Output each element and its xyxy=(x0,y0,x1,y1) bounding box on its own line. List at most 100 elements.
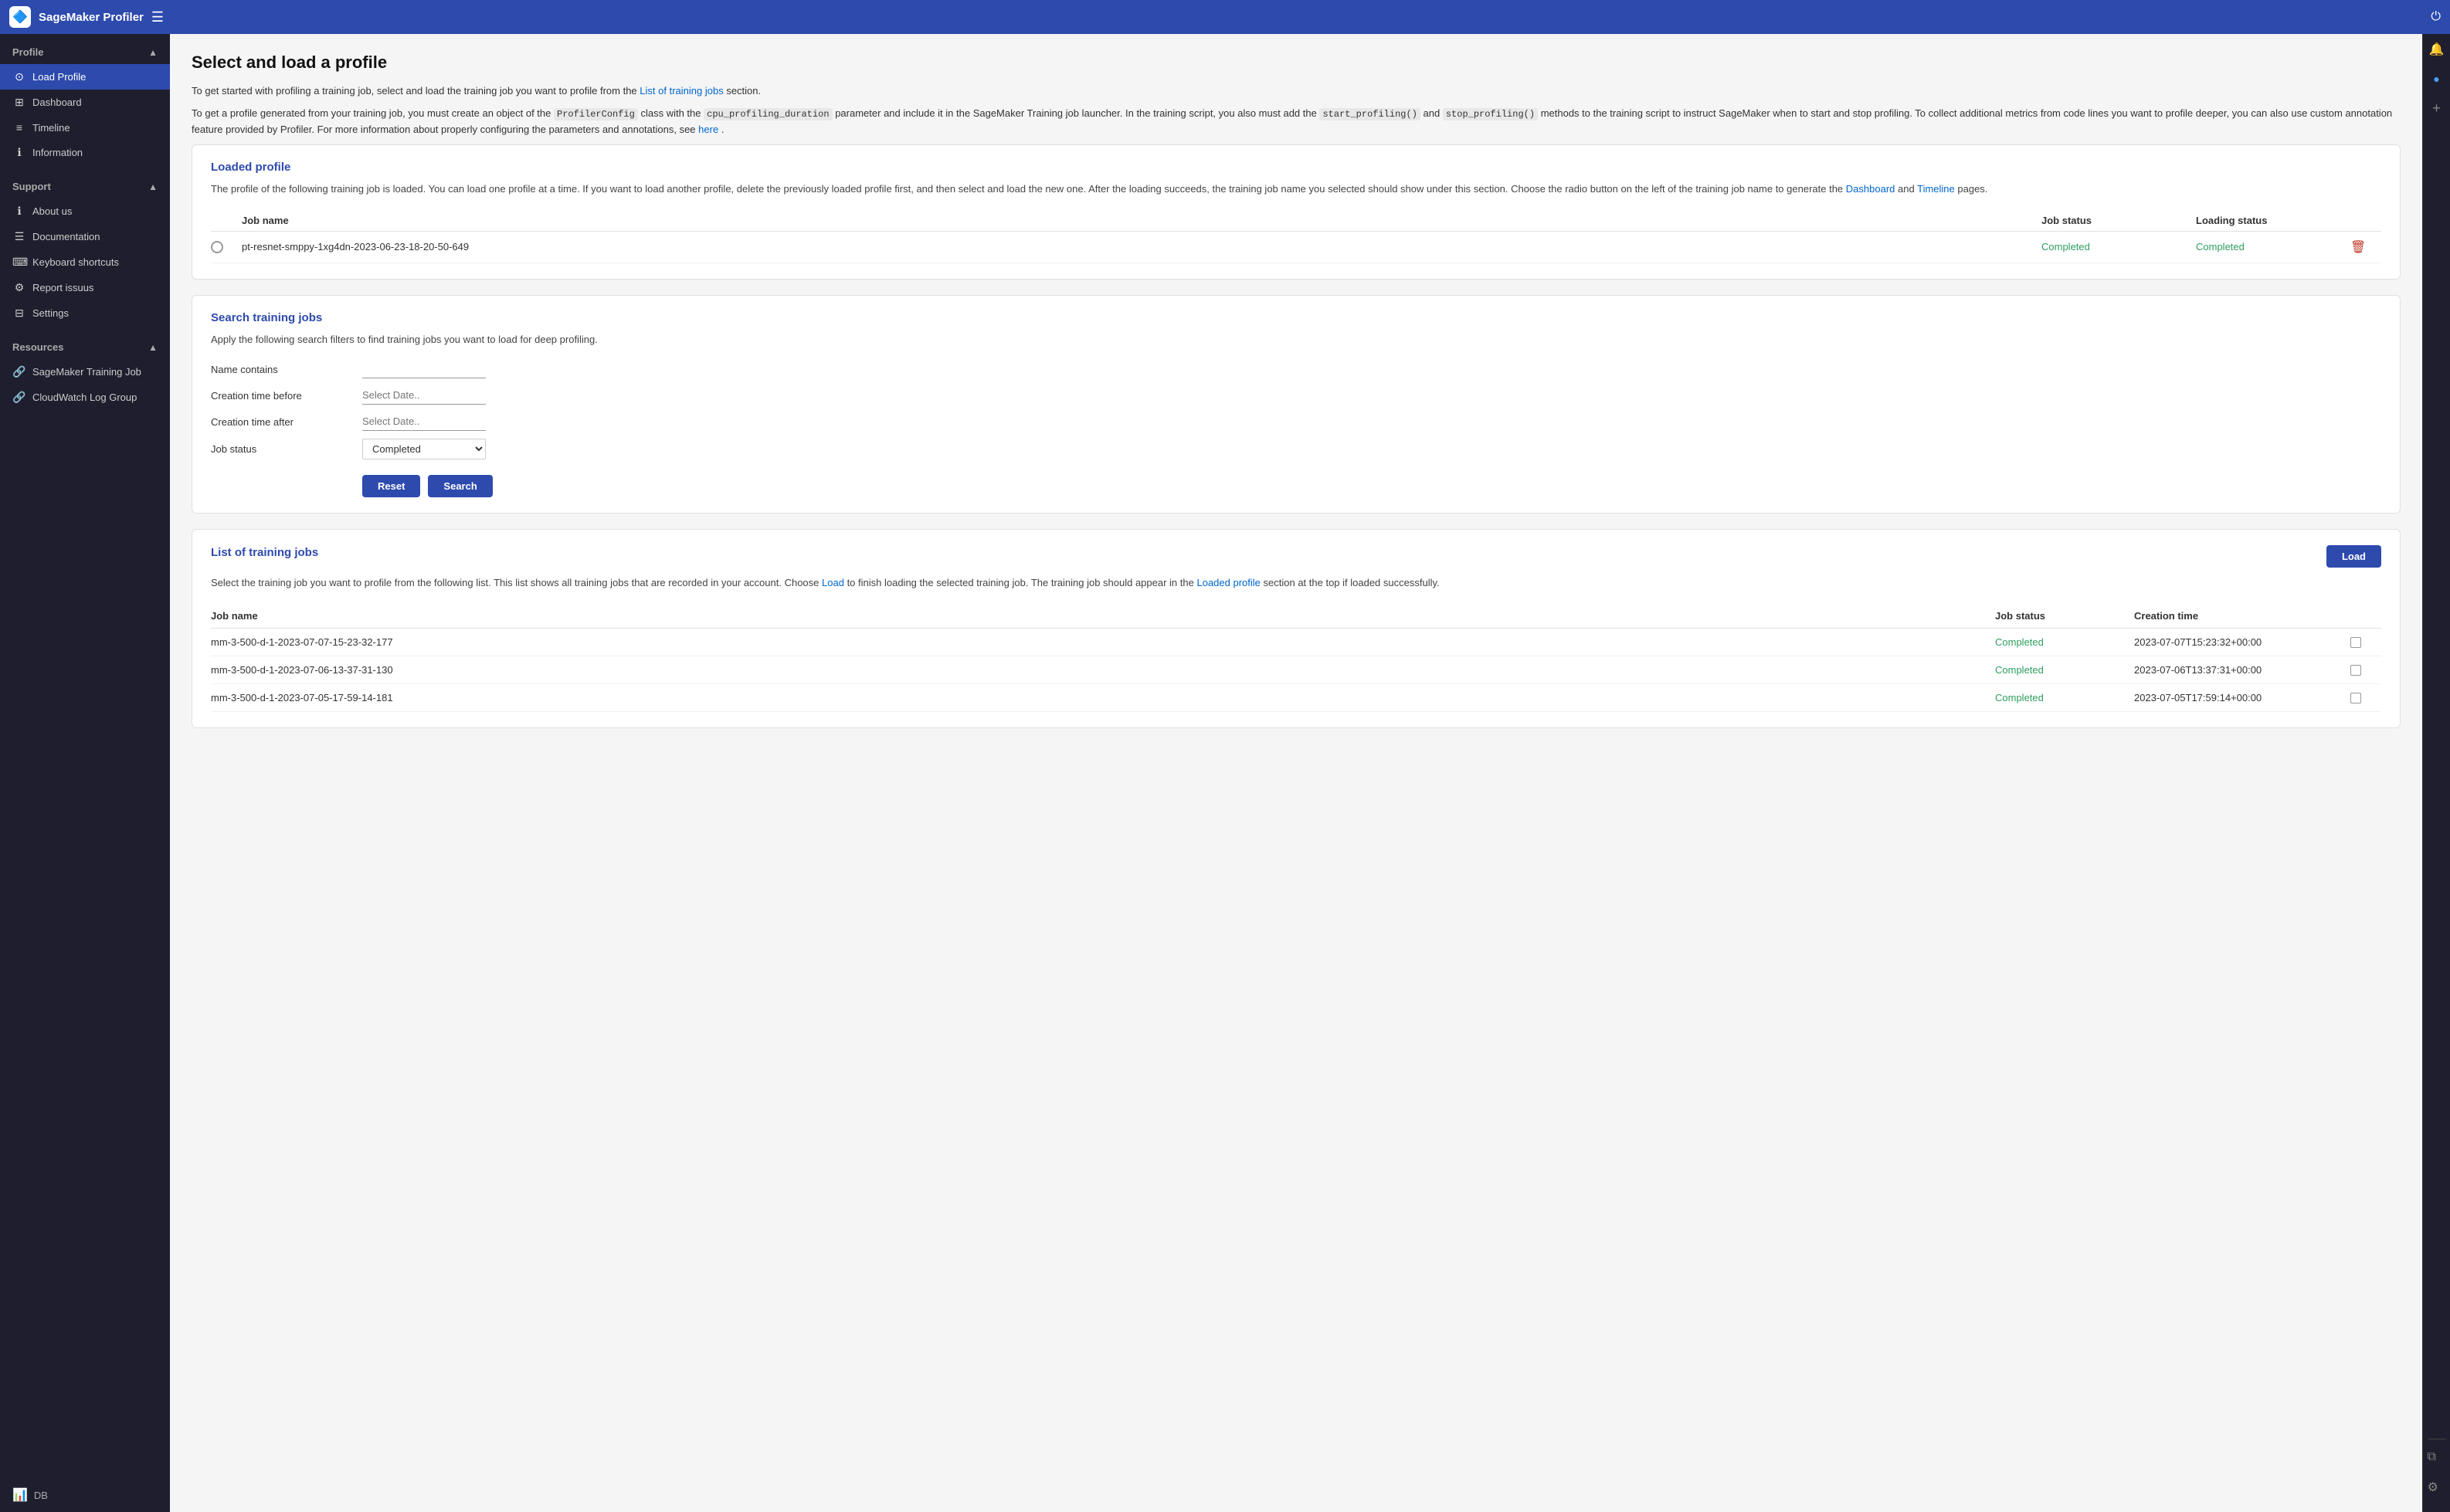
sidebar-item-dashboard[interactable]: ⊞ Dashboard xyxy=(0,90,170,115)
list-jobs-desc: Select the training job you want to prof… xyxy=(211,575,2381,592)
here-link[interactable]: here xyxy=(698,124,718,135)
job-row-2-status: Completed xyxy=(1995,664,2134,676)
jobs-col-status: Job status xyxy=(1995,610,2134,622)
plus-icon[interactable]: + xyxy=(2432,93,2441,124)
load-button[interactable]: Load xyxy=(2326,545,2381,568)
jobs-col-creation: Creation time xyxy=(2134,610,2350,622)
job-row-1-time: 2023-07-07T15:23:32+00:00 xyxy=(2134,636,2350,648)
load-link[interactable]: Load xyxy=(822,577,844,588)
list-of-training-jobs-link[interactable]: List of training jobs xyxy=(640,85,723,97)
sidebar-dashboard-label: Dashboard xyxy=(32,97,82,108)
power-icon[interactable]: ⏻ xyxy=(2431,10,2441,24)
settings-icon: ⊟ xyxy=(12,307,26,320)
job-checkbox-2[interactable] xyxy=(2350,665,2361,676)
sidebar-about-label: About us xyxy=(32,205,72,217)
keyboard-icon: ⌨ xyxy=(12,256,26,269)
search-jobs-desc: Apply the following search filters to fi… xyxy=(211,332,2381,348)
search-jobs-title: Search training jobs xyxy=(211,311,2381,324)
search-button[interactable]: Search xyxy=(428,475,492,497)
topbar-right: ⏻ xyxy=(2431,10,2441,24)
col-job-status: Job status xyxy=(2041,215,2196,226)
job-row-2-name: mm-3-500-d-1-2023-07-06-13-37-31-130 xyxy=(211,664,1995,676)
sidebar-item-cloudwatch[interactable]: 🔗 CloudWatch Log Group xyxy=(0,385,170,410)
sidebar: Profile ▲ ⊙ Load Profile ⊞ Dashboard ≡ T… xyxy=(0,34,170,1512)
menu-icon[interactable]: ☰ xyxy=(151,9,164,25)
sidebar-item-load-profile[interactable]: ⊙ Load Profile xyxy=(0,64,170,90)
intro-paragraph-2: To get a profile generated from your tra… xyxy=(192,106,2401,138)
dashboard-icon: ⊞ xyxy=(12,96,26,109)
support-section: Support ▲ ℹ About us ☰ Documentation ⌨ K… xyxy=(0,168,170,329)
job-status-cell: Completed xyxy=(2041,241,2196,253)
sidebar-item-documentation[interactable]: ☰ Documentation xyxy=(0,224,170,249)
support-section-header: Support ▲ xyxy=(0,178,170,198)
about-icon: ℹ xyxy=(12,205,26,218)
list-jobs-card: List of training jobs Load Select the tr… xyxy=(192,529,2401,728)
col-radio xyxy=(211,215,242,226)
list-item: mm-3-500-d-1-2023-07-06-13-37-31-130 Com… xyxy=(211,656,2381,684)
sidebar-item-information[interactable]: ℹ Information xyxy=(0,140,170,165)
job-row-1-checkbox xyxy=(2350,637,2381,648)
gear-right-icon[interactable]: ⚙ xyxy=(2428,1472,2446,1503)
page-title: Select and load a profile xyxy=(192,53,2401,73)
maximize-icon[interactable]: ⧉ xyxy=(2428,1443,2446,1472)
resources-section: Resources ▲ 🔗 SageMaker Training Job 🔗 C… xyxy=(0,329,170,413)
stop-profiling-code: stop_profiling() xyxy=(1443,108,1538,120)
app-logo: 🔷 xyxy=(9,6,31,28)
bell-icon[interactable]: 🔔 xyxy=(2429,34,2445,65)
creation-time-before-input[interactable] xyxy=(362,386,486,405)
job-checkbox-3[interactable] xyxy=(2350,693,2361,703)
resources-section-header: Resources ▲ xyxy=(0,338,170,359)
job-row-2-time: 2023-07-06T13:37:31+00:00 xyxy=(2134,664,2350,676)
job-radio-button[interactable] xyxy=(211,241,223,253)
name-contains-input[interactable] xyxy=(362,360,486,378)
sidebar-item-settings[interactable]: ⊟ Settings xyxy=(0,300,170,326)
sidebar-item-keyboard-shortcuts[interactable]: ⌨ Keyboard shortcuts xyxy=(0,249,170,275)
loaded-profile-card: Loaded profile The profile of the follow… xyxy=(192,144,2401,280)
profile-section-label: Profile xyxy=(12,46,43,58)
loaded-profile-link[interactable]: Loaded profile xyxy=(1196,577,1260,588)
reset-button[interactable]: Reset xyxy=(362,475,420,497)
sidebar-load-profile-label: Load Profile xyxy=(32,71,86,83)
sidebar-report-label: Report issuus xyxy=(32,282,93,293)
search-jobs-card: Search training jobs Apply the following… xyxy=(192,295,2401,514)
job-row-3-checkbox xyxy=(2350,693,2381,703)
sidebar-documentation-label: Documentation xyxy=(32,231,100,242)
jobs-col-name: Job name xyxy=(211,610,1995,622)
job-row-1-status: Completed xyxy=(1995,636,2134,648)
creation-time-after-input[interactable] xyxy=(362,412,486,431)
search-form: Name contains Creation time before Creat… xyxy=(211,360,2381,497)
dashboard-link[interactable]: Dashboard xyxy=(1846,183,1895,195)
job-row-3-time: 2023-07-05T17:59:14+00:00 xyxy=(2134,692,2350,703)
sidebar-cloudwatch-label: CloudWatch Log Group xyxy=(32,392,137,403)
delete-cell: 🗑 xyxy=(2350,239,2381,255)
profile-section: Profile ▲ ⊙ Load Profile ⊞ Dashboard ≡ T… xyxy=(0,34,170,168)
loaded-profile-title: Loaded profile xyxy=(211,161,2381,174)
start-profiling-code: start_profiling() xyxy=(1319,108,1420,120)
sidebar-keyboard-label: Keyboard shortcuts xyxy=(32,256,119,268)
circle-blue-icon[interactable]: ● xyxy=(2433,65,2439,93)
name-contains-label: Name contains xyxy=(211,364,350,375)
profile-section-header: Profile ▲ xyxy=(0,43,170,64)
jobs-col-select xyxy=(2350,610,2381,622)
job-status-select[interactable]: All Completed InProgress Failed Stopped xyxy=(362,439,486,459)
delete-icon[interactable]: 🗑 xyxy=(2350,239,2366,255)
sidebar-item-report-issues[interactable]: ⚙ Report issuus xyxy=(0,275,170,300)
loading-status-cell: Completed xyxy=(2196,241,2350,253)
radio-cell xyxy=(211,241,242,253)
chart-icon[interactable]: 📊 xyxy=(12,1487,28,1503)
table-row: pt-resnet-smppy-1xg4dn-2023-06-23-18-20-… xyxy=(211,232,2381,263)
sidebar-item-sagemaker-training[interactable]: 🔗 SageMaker Training Job xyxy=(0,359,170,385)
right-panel: 🔔 ● + ⧉ ⚙ xyxy=(2422,0,2450,1512)
db-icon[interactable]: DB xyxy=(34,1490,48,1501)
timeline-icon: ≡ xyxy=(12,121,26,134)
topbar-left: 🔷 SageMaker Profiler ☰ xyxy=(9,6,164,28)
job-checkbox-1[interactable] xyxy=(2350,637,2361,648)
sidebar-item-timeline[interactable]: ≡ Timeline xyxy=(0,115,170,140)
list-item: mm-3-500-d-1-2023-07-07-15-23-32-177 Com… xyxy=(211,629,2381,656)
table-header: Job name Job status Loading status xyxy=(211,210,2381,232)
job-status-label: Job status xyxy=(211,443,350,455)
report-icon: ⚙ xyxy=(12,281,26,294)
timeline-link[interactable]: Timeline xyxy=(1917,183,1955,195)
sidebar-item-about-us[interactable]: ℹ About us xyxy=(0,198,170,224)
documentation-icon: ☰ xyxy=(12,230,26,243)
